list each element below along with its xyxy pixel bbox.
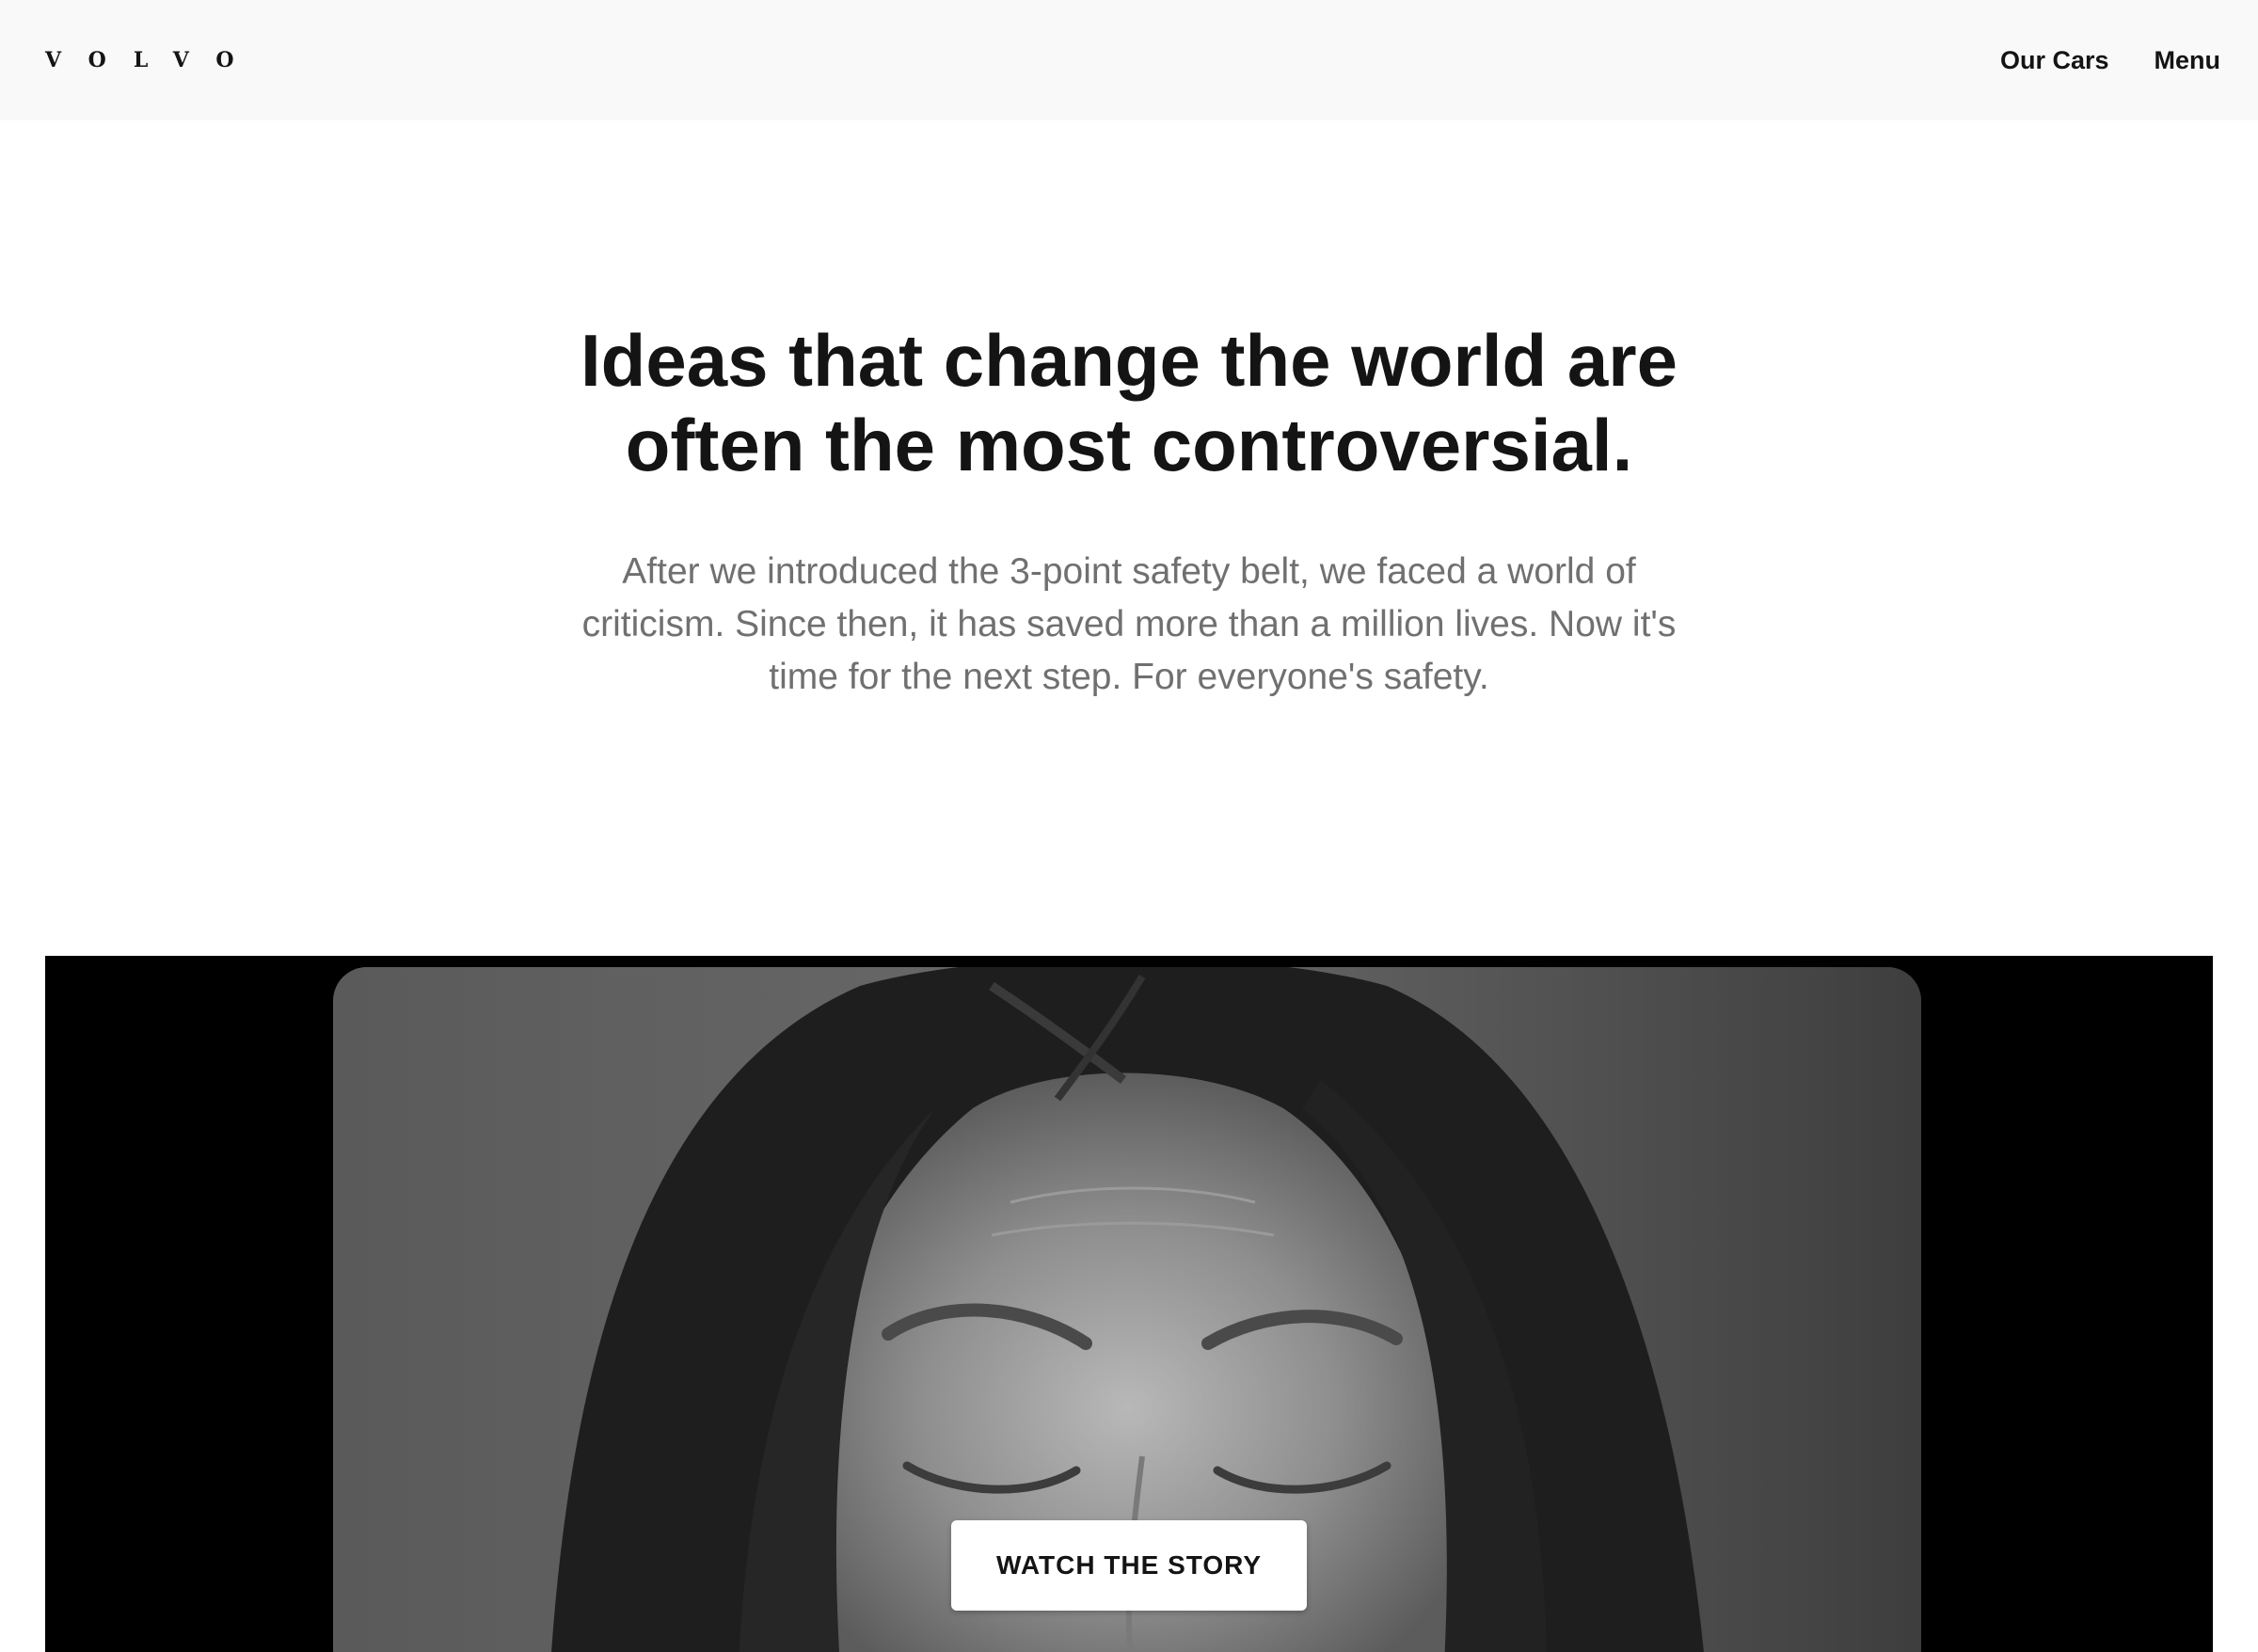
watch-the-story-button[interactable]: WATCH THE STORY — [951, 1520, 1307, 1611]
main-nav: Our Cars Menu — [2000, 0, 2220, 120]
headline-line-2: often the most controversial. — [625, 404, 1633, 486]
volvo-logo[interactable]: VOLVO — [45, 43, 262, 77]
intro-section: Ideas that change the world are often th… — [0, 120, 2258, 956]
site-header: VOLVO Our Cars Menu — [0, 0, 2258, 120]
lede-line-1: After we introduced the 3-point safety b… — [622, 551, 1636, 592]
lede-line-2: criticism. Since then, it has saved more… — [581, 604, 1677, 644]
nav-menu-button[interactable]: Menu — [2155, 46, 2221, 75]
page-headline: Ideas that change the world are often th… — [376, 318, 1882, 487]
nav-our-cars-link[interactable]: Our Cars — [2000, 46, 2109, 75]
headline-line-1: Ideas that change the world are — [580, 319, 1678, 402]
intro-lede: After we introduced the 3-point safety b… — [536, 546, 1722, 704]
lede-line-3: time for the next step. For everyone's s… — [769, 657, 1489, 697]
